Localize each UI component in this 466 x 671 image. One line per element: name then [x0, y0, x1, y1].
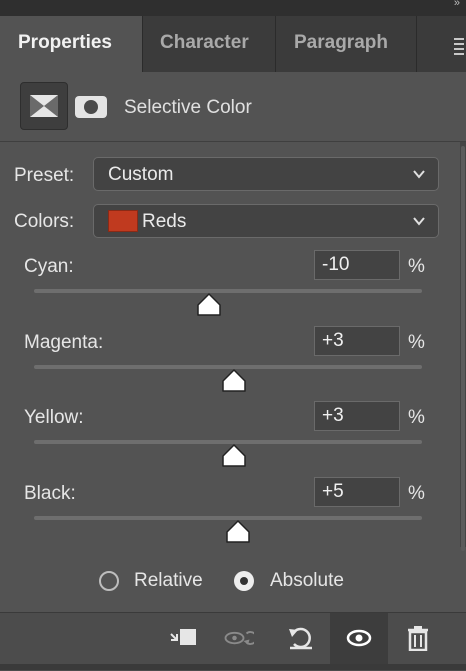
- panel-tab-bar: Properties Character Paragraph: [0, 16, 466, 72]
- clip-to-layer-icon[interactable]: [168, 625, 198, 651]
- relative-label: Relative: [134, 570, 203, 591]
- scrollbar-thumb[interactable]: [461, 146, 465, 551]
- scrollbar[interactable]: [460, 142, 466, 551]
- panel-menu-icon[interactable]: [454, 38, 464, 58]
- magenta-slider-thumb[interactable]: [221, 369, 247, 393]
- absolute-label: Absolute: [270, 570, 344, 591]
- yellow-percent: %: [408, 407, 425, 428]
- toggle-visibility-icon[interactable]: [344, 625, 374, 651]
- cyan-label: Cyan:: [24, 256, 74, 277]
- colors-dropdown[interactable]: Reds: [93, 204, 439, 238]
- black-label: Black:: [24, 483, 76, 504]
- absolute-radio[interactable]: [234, 571, 254, 591]
- colors-label: Colors:: [14, 211, 75, 232]
- preset-dropdown[interactable]: Custom: [93, 157, 439, 191]
- cyan-input[interactable]: -10: [314, 250, 400, 280]
- collapse-panel-icon[interactable]: »: [454, 0, 460, 9]
- tab-label: Properties: [18, 32, 112, 53]
- delete-icon[interactable]: [403, 625, 433, 651]
- colors-value: Reds: [142, 211, 187, 232]
- magenta-label: Magenta:: [24, 332, 104, 353]
- panel-bottom-edge: [0, 664, 466, 670]
- view-previous-state-icon[interactable]: [224, 625, 254, 651]
- tab-paragraph[interactable]: Paragraph: [276, 16, 416, 72]
- yellow-slider-thumb[interactable]: [221, 444, 247, 468]
- tab-separator: [416, 16, 417, 72]
- adjustment-header: Selective Color: [0, 72, 466, 142]
- relative-radio[interactable]: [99, 571, 119, 591]
- reset-to-defaults-icon[interactable]: [286, 625, 316, 651]
- layer-mask-icon[interactable]: [75, 96, 107, 118]
- yellow-input[interactable]: +3: [314, 401, 400, 431]
- tab-label: Paragraph: [294, 32, 388, 53]
- chevron-down-icon: [413, 217, 425, 226]
- cyan-slider-track[interactable]: [34, 289, 422, 293]
- black-percent: %: [408, 483, 425, 504]
- cyan-slider-thumb[interactable]: [196, 293, 222, 317]
- panel-footer: [0, 612, 466, 671]
- color-swatch: [108, 210, 138, 232]
- adjustment-title: Selective Color: [124, 97, 252, 118]
- black-slider-thumb[interactable]: [225, 520, 251, 544]
- tab-character[interactable]: Character: [143, 16, 275, 72]
- chevron-down-icon: [413, 170, 425, 179]
- yellow-label: Yellow:: [24, 407, 84, 428]
- preset-value: Custom: [108, 164, 174, 185]
- tab-label: Character: [160, 32, 249, 53]
- black-input[interactable]: +5: [314, 477, 400, 507]
- selective-color-adjustment-icon[interactable]: [20, 82, 68, 130]
- header-divider: [0, 141, 466, 142]
- magenta-input[interactable]: +3: [314, 326, 400, 356]
- magenta-percent: %: [408, 332, 425, 353]
- preset-label: Preset:: [14, 165, 75, 186]
- cyan-percent: %: [408, 256, 425, 277]
- tab-properties[interactable]: Properties: [0, 16, 142, 72]
- panel-title-strip: »: [0, 0, 466, 16]
